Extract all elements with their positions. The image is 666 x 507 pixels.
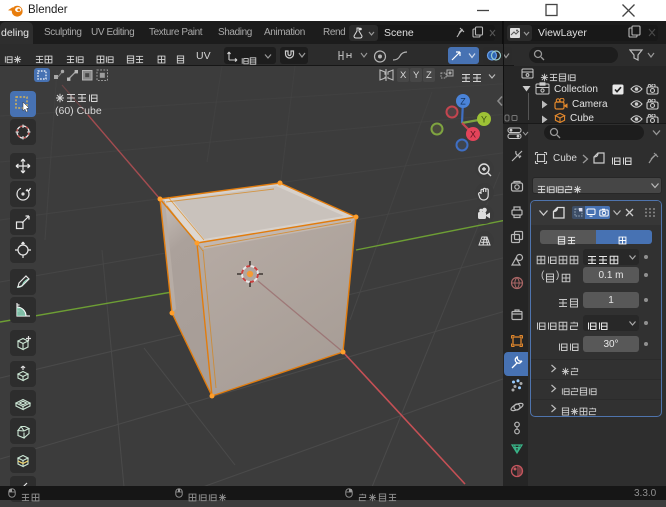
svg-text:Z: Z [460, 97, 466, 107]
svg-text:X: X [470, 130, 476, 140]
svg-text:Y: Y [481, 115, 487, 125]
